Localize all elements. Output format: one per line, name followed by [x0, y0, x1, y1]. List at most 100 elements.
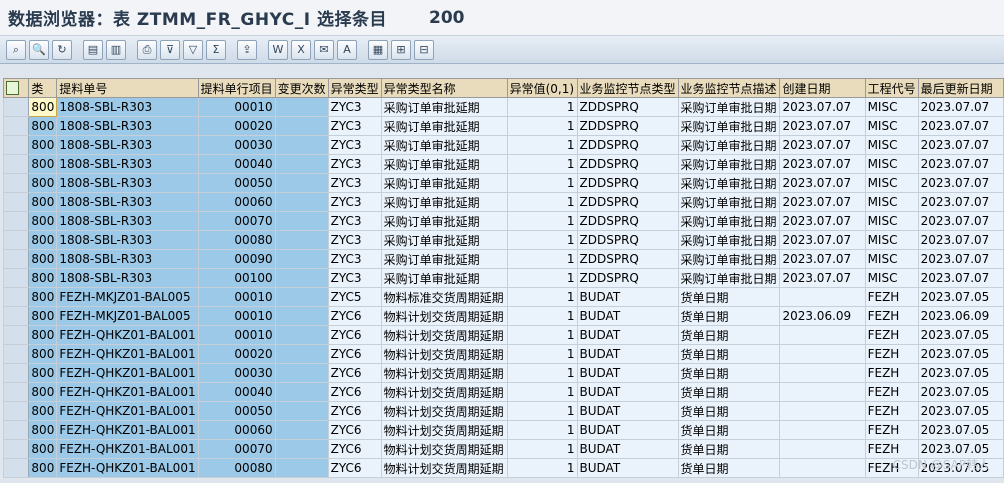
table-cell[interactable]: 00020 [197, 116, 276, 136]
table-cell[interactable]: 1808-SBL-R303 [56, 154, 199, 174]
table-cell[interactable]: ZYC5 [327, 287, 382, 307]
table-cell[interactable]: 800 [28, 230, 58, 250]
table-cell[interactable]: 2023.07.07 [917, 268, 1004, 288]
table-cell[interactable]: ZYC3 [327, 249, 382, 269]
layout-button[interactable]: ▦ [368, 39, 388, 60]
table-cell[interactable]: 800 [28, 363, 58, 383]
table-cell[interactable] [274, 420, 329, 440]
table-cell[interactable]: 采购订单审批延期 [380, 249, 508, 269]
column-header[interactable]: 创建日期 [779, 78, 866, 98]
refresh-button[interactable]: ↻ [52, 39, 72, 60]
table-cell[interactable]: BUDAT [576, 458, 679, 478]
table-cell[interactable]: 采购订单审批延期 [380, 154, 508, 174]
check-table-button[interactable]: ▤ [83, 39, 103, 60]
table-row[interactable]: 800 FEZH-QHKZ01-BAL001 00060 ZYC6 物料计划交货周期延期… [2, 420, 1004, 440]
table-cell[interactable]: 00010 [197, 325, 276, 345]
mail-button[interactable]: ✉ [314, 39, 334, 60]
table-cell[interactable] [274, 249, 329, 269]
table-row[interactable]: 800 1808-SBL-R303 00100 ZYC3 采购订单审批延期 1 ZDDSPR… [2, 268, 1004, 288]
column-header[interactable]: 工程代号 [864, 78, 919, 98]
table-cell[interactable]: 2023.07.07 [917, 211, 1004, 231]
table-cell[interactable]: 1 [506, 116, 578, 136]
table-row[interactable]: 800 1808-SBL-R303 00080 ZYC3 采购订单审批延期 1 ZDDSPR… [2, 230, 1004, 250]
table-cell[interactable]: FEZH-QHKZ01-BAL001 [56, 344, 199, 364]
table-cell[interactable]: 1 [506, 135, 578, 155]
table-cell[interactable]: 物料计划交货周期延期 [380, 382, 508, 402]
table-cell[interactable]: 物料计划交货周期延期 [380, 458, 508, 478]
table-cell[interactable]: FEZH [864, 363, 919, 383]
table-cell[interactable]: 1808-SBL-R303 [56, 230, 199, 250]
table-cell[interactable]: 800 [28, 401, 58, 421]
table-cell[interactable]: 采购订单审批日期 [677, 249, 781, 269]
save-layout-button[interactable]: ⊟ [414, 39, 434, 60]
choose-layout-button[interactable]: ⊞ [391, 39, 411, 60]
table-cell[interactable]: ZDDSPRQ [576, 173, 679, 193]
table-cell[interactable] [274, 230, 329, 250]
table-cell[interactable]: 1 [506, 420, 578, 440]
table-cell[interactable]: 2023.06.09 [917, 306, 1004, 326]
table-cell[interactable]: 800 [28, 287, 58, 307]
row-selector[interactable] [2, 230, 30, 250]
table-cell[interactable]: FEZH-MKJZ01-BAL005 [56, 287, 199, 307]
table-cell[interactable] [274, 325, 329, 345]
table-cell[interactable] [779, 439, 866, 459]
table-cell[interactable]: ZDDSPRQ [576, 211, 679, 231]
table-cell[interactable]: ZYC3 [327, 97, 382, 117]
table-cell[interactable]: 物料计划交货周期延期 [380, 344, 508, 364]
table-row[interactable]: 800 FEZH-MKJZ01-BAL005 00010 ZYC6 物料计划交货周期延期… [2, 306, 1004, 326]
table-cell[interactable]: BUDAT [576, 287, 679, 307]
table-cell[interactable]: 00080 [197, 230, 276, 250]
table-cell[interactable]: 800 [28, 344, 58, 364]
column-header[interactable]: 异常类型名称 [380, 78, 508, 98]
table-row[interactable]: 800 FEZH-QHKZ01-BAL001 00030 ZYC6 物料计划交货周期延期… [2, 363, 1004, 383]
table-cell[interactable]: ZDDSPRQ [576, 116, 679, 136]
row-selector[interactable] [2, 116, 30, 136]
table-cell[interactable]: 采购订单审批延期 [380, 135, 508, 155]
table-cell[interactable]: 1 [506, 173, 578, 193]
table-cell[interactable]: 2023.07.07 [917, 97, 1004, 117]
row-selector[interactable] [2, 192, 30, 212]
table-cell[interactable]: 800 [28, 458, 58, 478]
table-cell[interactable]: 00010 [197, 287, 276, 307]
table-cell[interactable]: 2023.07.07 [779, 154, 866, 174]
table-cell[interactable] [274, 344, 329, 364]
table-cell[interactable]: MISC [864, 97, 919, 117]
table-cell[interactable]: 00050 [197, 173, 276, 193]
table-cell[interactable]: ZYC6 [327, 344, 382, 364]
table-cell[interactable]: 1 [506, 287, 578, 307]
table-cell[interactable]: 800 [28, 192, 58, 212]
table-cell[interactable]: FEZH [864, 401, 919, 421]
table-cell[interactable]: ZDDSPRQ [576, 192, 679, 212]
table-cell[interactable]: 00080 [197, 458, 276, 478]
table-cell[interactable]: FEZH [864, 382, 919, 402]
table-cell[interactable] [779, 458, 866, 478]
table-cell[interactable]: 2023.07.07 [779, 249, 866, 269]
table-cell[interactable]: 货单日期 [677, 287, 781, 307]
table-cell[interactable]: BUDAT [576, 344, 679, 364]
table-cell[interactable]: ZYC3 [327, 116, 382, 136]
row-selector[interactable] [2, 154, 30, 174]
row-selector[interactable] [2, 382, 30, 402]
table-cell[interactable]: 货单日期 [677, 439, 781, 459]
table-cell[interactable]: 1 [506, 382, 578, 402]
table-cell[interactable]: 00060 [197, 420, 276, 440]
filter-button[interactable]: ⊽ [160, 39, 180, 60]
row-selector[interactable] [2, 268, 30, 288]
table-cell[interactable]: 1808-SBL-R303 [56, 192, 199, 212]
table-cell[interactable]: 2023.07.07 [917, 154, 1004, 174]
table-cell[interactable]: BUDAT [576, 420, 679, 440]
table-cell[interactable]: 物料计划交货周期延期 [380, 306, 508, 326]
column-header[interactable]: 变更次数 [274, 78, 329, 98]
table-cell[interactable]: ZDDSPRQ [576, 135, 679, 155]
table-cell[interactable]: 800 [28, 439, 58, 459]
table-cell[interactable]: 00090 [197, 249, 276, 269]
table-cell[interactable]: 货单日期 [677, 306, 781, 326]
table-cell[interactable]: ZYC6 [327, 363, 382, 383]
table-cell[interactable]: FEZH-QHKZ01-BAL001 [56, 363, 199, 383]
table-row[interactable]: 800 1808-SBL-R303 00070 ZYC3 采购订单审批延期 1 ZDDSPR… [2, 211, 1004, 231]
table-cell[interactable] [274, 192, 329, 212]
print-button[interactable]: ⎙ [137, 39, 157, 60]
table-cell[interactable]: 采购订单审批日期 [677, 97, 781, 117]
table-cell[interactable]: FEZH-QHKZ01-BAL001 [56, 382, 199, 402]
table-cell[interactable]: 800 [28, 135, 58, 155]
